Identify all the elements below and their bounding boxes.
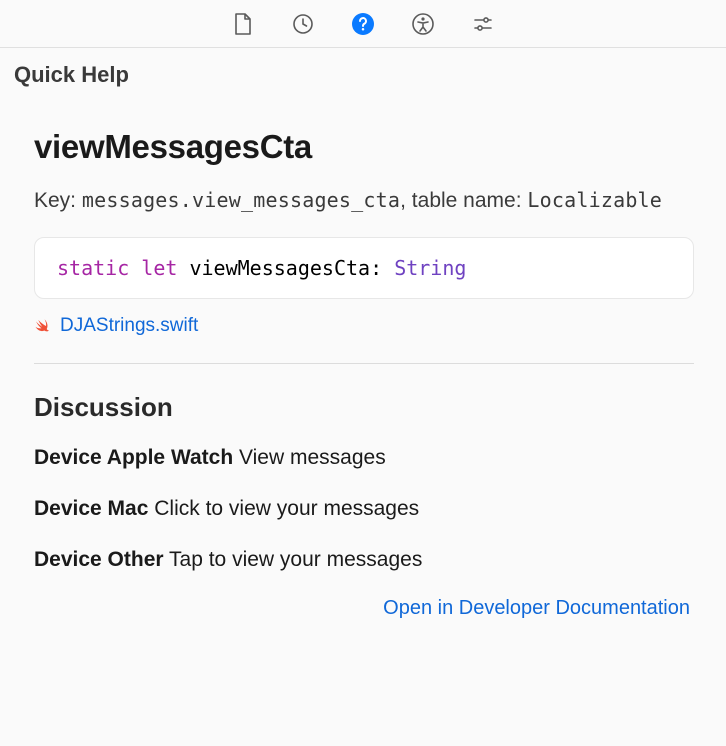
table-value: Localizable bbox=[527, 188, 662, 212]
declaration-block: static let viewMessagesCta: String bbox=[34, 237, 694, 299]
key-label: Key: bbox=[34, 189, 82, 212]
device-text: View messages bbox=[239, 446, 386, 469]
source-file-row: DJAStrings.swift bbox=[34, 315, 694, 337]
file-icon[interactable] bbox=[231, 12, 255, 36]
help-icon[interactable] bbox=[351, 12, 375, 36]
device-text: Tap to view your messages bbox=[169, 548, 422, 571]
symbol-name: viewMessagesCta bbox=[34, 128, 694, 166]
adjust-icon[interactable] bbox=[471, 12, 495, 36]
inspector-toolbar bbox=[0, 0, 726, 48]
section-divider bbox=[34, 363, 694, 364]
keyword-let: let bbox=[141, 256, 177, 280]
source-file-link[interactable]: DJAStrings.swift bbox=[60, 315, 198, 337]
quick-help-content: viewMessagesCta Key: messages.view_messa… bbox=[0, 88, 726, 620]
device-label: Device Other bbox=[34, 548, 164, 571]
open-developer-docs-link[interactable]: Open in Developer Documentation bbox=[383, 597, 690, 619]
decl-identifier: viewMessagesCta bbox=[189, 256, 370, 280]
accessibility-icon[interactable] bbox=[411, 12, 435, 36]
device-label: Device Apple Watch bbox=[34, 446, 233, 469]
key-value: messages.view_messages_cta bbox=[82, 188, 400, 212]
discussion-item: Device Other Tap to view your messages bbox=[34, 545, 694, 574]
device-text: Click to view your messages bbox=[154, 497, 419, 520]
discussion-item: Device Mac Click to view your messages bbox=[34, 494, 694, 523]
keyword-static: static bbox=[57, 256, 129, 280]
history-icon[interactable] bbox=[291, 12, 315, 36]
swift-icon bbox=[34, 317, 52, 335]
decl-colon: : bbox=[370, 256, 394, 280]
footer-link-row: Open in Developer Documentation bbox=[34, 597, 694, 620]
discussion-heading: Discussion bbox=[34, 392, 694, 423]
panel-title: Quick Help bbox=[14, 62, 712, 88]
discussion-item: Device Apple Watch View messages bbox=[34, 443, 694, 472]
symbol-summary: Key: messages.view_messages_cta, table n… bbox=[34, 184, 694, 219]
decl-type: String bbox=[394, 256, 466, 280]
device-label: Device Mac bbox=[34, 497, 148, 520]
table-label: , table name: bbox=[400, 189, 527, 212]
panel-header: Quick Help bbox=[0, 48, 726, 88]
